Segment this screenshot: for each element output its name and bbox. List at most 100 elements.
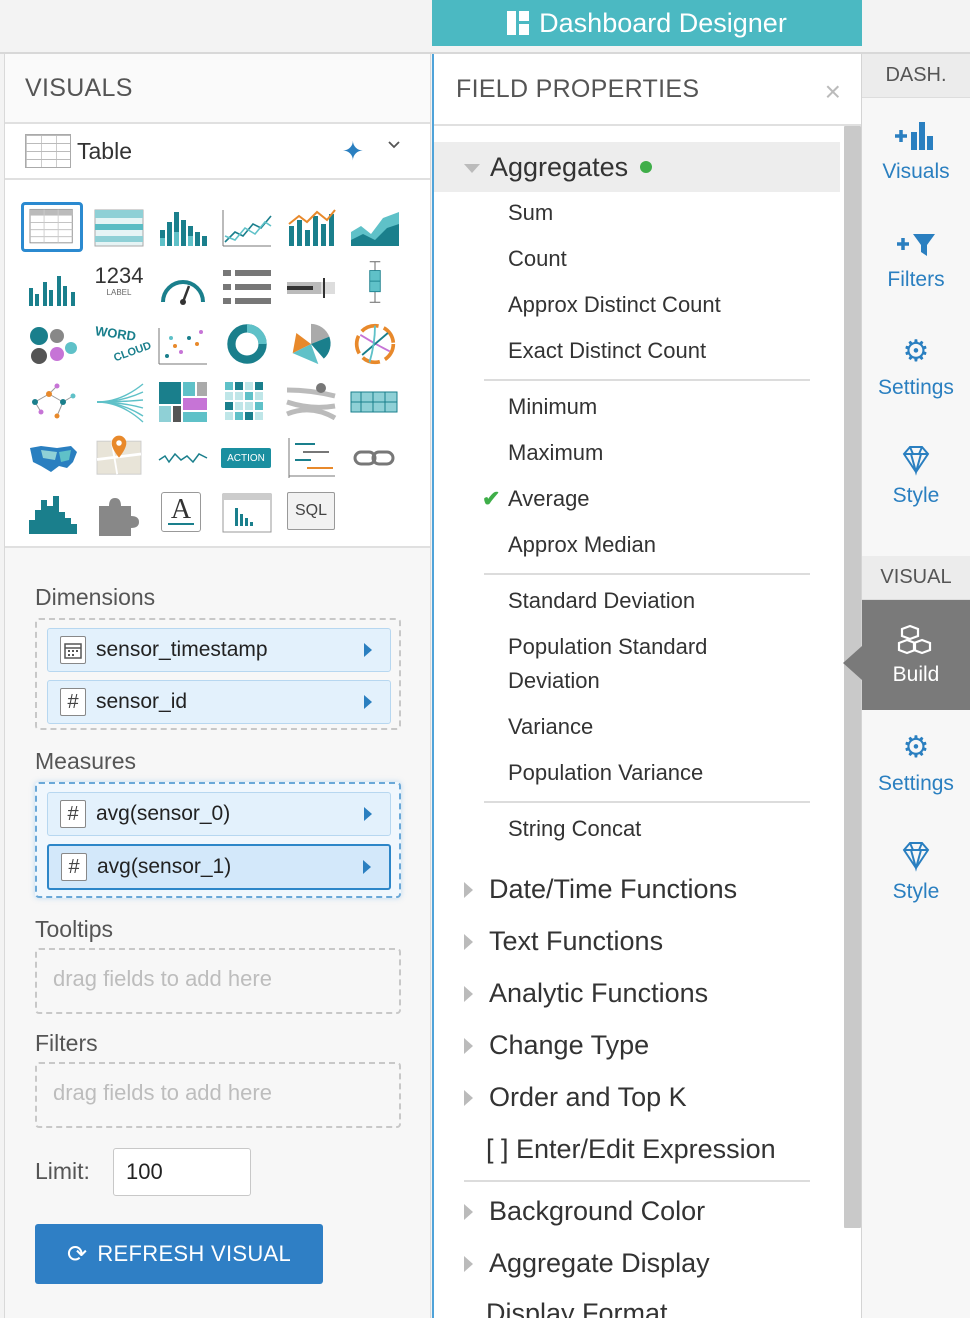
table-icon[interactable] — [21, 202, 83, 252]
filters-placeholder: drag fields to add here — [53, 1080, 272, 1105]
heat-map-icon[interactable] — [221, 380, 273, 424]
queries-icon[interactable] — [221, 490, 273, 534]
section-aggregate-display[interactable]: Aggregate Display — [464, 1248, 710, 1279]
agg-minimum[interactable]: Minimum — [508, 394, 597, 420]
packed-bubbles-icon[interactable] — [27, 324, 79, 368]
rich-text-icon[interactable]: A — [161, 492, 201, 532]
visuals-panel: VISUALS Table ✦ 1234 LABEL WORD CLOUD AC… — [4, 54, 431, 1318]
visuals-header: VISUALS — [5, 54, 430, 124]
agg-string-concat[interactable]: String Concat — [508, 816, 641, 842]
agg-average[interactable]: Average — [508, 486, 590, 512]
agg-approx-distinct-count[interactable]: Approx Distinct Count — [508, 292, 721, 318]
close-icon[interactable]: × — [825, 76, 841, 108]
nav-visual-settings[interactable]: ⚙ Settings — [862, 730, 970, 796]
caret-right-icon[interactable] — [363, 860, 371, 874]
refresh-visual-button[interactable]: ⟳ REFRESH VISUAL — [35, 1224, 323, 1284]
agg-count[interactable]: Count — [508, 246, 567, 272]
chevron-down-icon[interactable] — [387, 138, 401, 152]
nav-dash-visuals[interactable]: Visuals — [862, 118, 970, 184]
box-plot-icon[interactable] — [349, 260, 401, 304]
section-display-format[interactable]: Display Format — [486, 1298, 668, 1318]
flow-icon[interactable] — [285, 380, 337, 424]
agg-variance[interactable]: Variance — [508, 714, 593, 740]
timeline-icon[interactable] — [285, 436, 337, 480]
agg-standard-deviation[interactable]: Standard Deviation — [508, 588, 695, 614]
nav-visual-build[interactable]: Build — [862, 600, 970, 710]
bullet-icon[interactable] — [285, 266, 337, 310]
app-title: Dashboard Designer — [539, 7, 787, 38]
sparkle-icon[interactable]: ✦ — [342, 138, 364, 164]
section-label: Aggregate Display — [489, 1248, 710, 1278]
sparkline-icon[interactable] — [157, 436, 209, 480]
field-name: avg(sensor_0) — [96, 802, 231, 825]
visual-type-selector[interactable]: Table ✦ — [5, 124, 430, 180]
rich-text-glyph: A — [170, 494, 192, 525]
agg-sum[interactable]: Sum — [508, 200, 553, 226]
chord-icon[interactable] — [349, 322, 401, 366]
radial-icon[interactable] — [285, 322, 337, 366]
nav-dash-filters[interactable]: Filters — [862, 226, 970, 292]
aggregates-divider — [484, 801, 810, 803]
action-icon[interactable]: ACTION — [221, 448, 271, 468]
map-grid-icon[interactable] — [349, 380, 401, 424]
section-change-type[interactable]: Change Type — [464, 1030, 649, 1061]
section-date-time-functions[interactable]: Date/Time Functions — [464, 874, 737, 905]
gauge-icon[interactable] — [157, 266, 209, 310]
extension-icon[interactable] — [93, 492, 145, 536]
sections-divider — [464, 1180, 810, 1182]
measures-shelf[interactable]: # avg(sensor_0) # avg(sensor_1) — [35, 782, 401, 898]
dimension-pill-sensor-id[interactable]: # sensor_id — [47, 680, 391, 724]
dimensions-shelf[interactable]: sensor_timestamp # sensor_id — [35, 618, 401, 730]
measure-pill-avg-sensor-1[interactable]: # avg(sensor_1) — [47, 844, 391, 890]
caret-right-icon[interactable] — [364, 807, 372, 821]
expand-triangle-icon — [464, 881, 473, 898]
build-pointer-arrow — [843, 646, 862, 680]
area-chart-icon[interactable] — [349, 206, 401, 250]
limit-input[interactable] — [113, 1148, 251, 1196]
section-label: Change Type — [489, 1030, 650, 1060]
nav-visual-style[interactable]: Style — [862, 838, 970, 904]
interactive-map-icon[interactable] — [93, 432, 145, 476]
agg-population-standard-deviation[interactable]: Population Standard Deviation — [508, 634, 707, 694]
line-chart-icon[interactable] — [221, 206, 273, 250]
network-icon[interactable] — [27, 380, 79, 424]
diamond-icon — [902, 842, 930, 872]
enter-edit-expression[interactable]: [ ] Enter/Edit Expression — [486, 1134, 776, 1165]
aggregates-section-header[interactable]: Aggregates — [434, 142, 840, 192]
cross-tab-icon[interactable] — [93, 206, 145, 250]
section-text-functions[interactable]: Text Functions — [464, 926, 663, 957]
agg-maximum[interactable]: Maximum — [508, 440, 603, 466]
word-cloud-icon[interactable]: WORD CLOUD — [93, 323, 153, 368]
agg-exact-distinct-count[interactable]: Exact Distinct Count — [508, 338, 706, 364]
link-icon[interactable] — [349, 436, 401, 480]
section-order-and-top-k[interactable]: Order and Top K — [464, 1082, 687, 1113]
section-background-color[interactable]: Background Color — [464, 1196, 705, 1227]
sql-icon[interactable]: SQL — [287, 492, 335, 530]
hash-icon: # — [60, 688, 86, 716]
tree-map-icon[interactable] — [157, 380, 209, 424]
nav-dash-style[interactable]: Style — [862, 442, 970, 508]
combo-chart-icon[interactable] — [285, 206, 337, 250]
histogram-icon[interactable] — [27, 492, 79, 536]
aggregates-divider — [484, 573, 810, 575]
measure-pill-avg-sensor-0[interactable]: # avg(sensor_0) — [47, 792, 391, 836]
agg-approx-median[interactable]: Approx Median — [508, 532, 656, 558]
dimension-pill-sensor-timestamp[interactable]: sensor_timestamp — [47, 628, 391, 672]
nav-label: Style — [892, 880, 940, 903]
sankey-icon[interactable] — [93, 380, 145, 424]
section-analytic-functions[interactable]: Analytic Functions — [464, 978, 708, 1009]
caret-right-icon[interactable] — [364, 643, 372, 657]
expand-triangle-icon — [464, 1037, 473, 1054]
list-icon[interactable] — [221, 266, 273, 310]
filters-shelf[interactable]: drag fields to add here — [35, 1062, 401, 1128]
grouped-bars-icon[interactable] — [27, 266, 79, 310]
tooltips-shelf[interactable]: drag fields to add here — [35, 948, 401, 1014]
nav-dash-settings[interactable]: ⚙ Settings — [862, 334, 970, 400]
us-map-icon[interactable] — [27, 436, 79, 480]
donut-icon[interactable] — [221, 322, 273, 366]
scatter-icon[interactable] — [157, 324, 209, 368]
agg-population-variance[interactable]: Population Variance — [508, 760, 703, 786]
caret-right-icon[interactable] — [364, 695, 372, 709]
bar-chart-icon[interactable] — [157, 206, 209, 250]
kpi-icon[interactable]: 1234 LABEL — [91, 264, 147, 308]
